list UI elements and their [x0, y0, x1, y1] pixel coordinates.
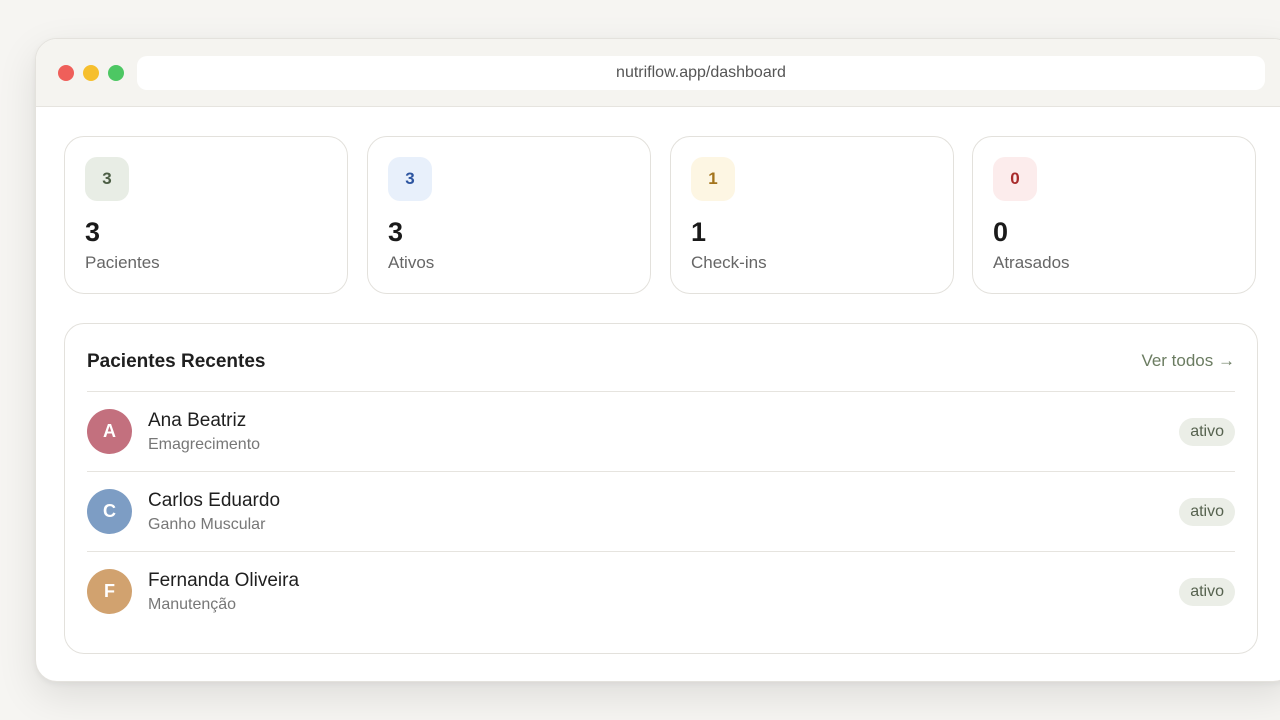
avatar: C [87, 489, 132, 534]
avatar: F [87, 569, 132, 614]
recent-patients-title: Pacientes Recentes [87, 351, 266, 372]
status-badge: ativo [1179, 418, 1235, 446]
browser-titlebar: nutriflow.app/dashboard [36, 39, 1280, 107]
stat-card-check-ins[interactable]: 1 1 Check-ins [670, 136, 954, 294]
status-badge: ativo [1179, 498, 1235, 526]
stat-value: 3 [388, 217, 404, 247]
patient-row[interactable]: A Ana Beatriz Emagrecimento ativo [87, 391, 1235, 471]
stat-badge: 3 [85, 157, 129, 201]
stat-card-atrasados[interactable]: 0 0 Atrasados [972, 136, 1256, 294]
minimize-window-button[interactable] [83, 65, 99, 81]
maximize-window-button[interactable] [108, 65, 124, 81]
patient-name: Ana Beatriz [148, 410, 247, 431]
see-all-link[interactable]: Ver todos → [1141, 351, 1235, 371]
stat-label: Atrasados [993, 253, 1070, 272]
recent-patients-panel: Pacientes Recentes Ver todos → A Ana Bea… [64, 323, 1258, 654]
patient-goal: Emagrecimento [148, 436, 261, 453]
address-bar-url: nutriflow.app/dashboard [616, 64, 786, 81]
avatar: A [87, 409, 132, 454]
stat-card-pacientes[interactable]: 3 3 Pacientes [64, 136, 348, 294]
patient-row[interactable]: C Carlos Eduardo Ganho Muscular ativo [87, 471, 1235, 551]
patient-goal: Manutenção [148, 596, 237, 613]
stat-card-ativos[interactable]: 3 3 Ativos [367, 136, 651, 294]
patient-row[interactable]: F Fernanda Oliveira Manutenção ativo [87, 551, 1235, 631]
stat-label: Ativos [388, 253, 435, 272]
patient-name: Carlos Eduardo [148, 490, 281, 511]
stat-label: Pacientes [85, 253, 160, 272]
stat-value: 0 [993, 217, 1009, 247]
patient-goal: Ganho Muscular [148, 516, 266, 533]
stat-badge: 3 [388, 157, 432, 201]
stat-value: 3 [85, 217, 101, 247]
patient-name: Fernanda Oliveira [148, 570, 300, 591]
stat-label: Check-ins [691, 253, 767, 272]
stat-badge: 0 [993, 157, 1037, 201]
stat-badge: 1 [691, 157, 735, 201]
browser-window: nutriflow.app/dashboard 3 3 Pacientes 3 … [35, 38, 1280, 682]
close-window-button[interactable] [58, 65, 74, 81]
stat-value: 1 [691, 217, 707, 247]
status-badge: ativo [1179, 578, 1235, 606]
address-bar[interactable]: nutriflow.app/dashboard [137, 56, 1265, 90]
